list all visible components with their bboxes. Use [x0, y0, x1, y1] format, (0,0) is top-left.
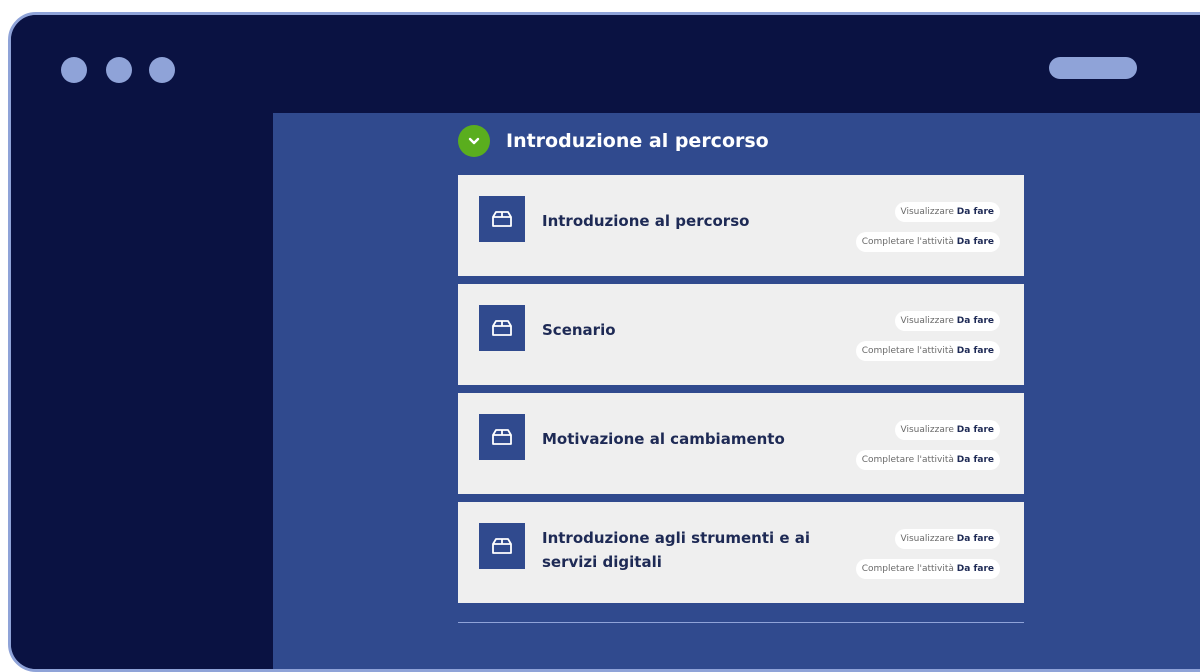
window-dot-2	[106, 57, 132, 83]
section-header[interactable]: Introduzione al percorso	[458, 124, 769, 158]
list-divider	[458, 622, 1024, 623]
activity-card[interactable]: Motivazione al cambiamento Visualizzare …	[458, 393, 1024, 494]
box-icon	[479, 523, 525, 569]
course-content: Introduzione al percorso Introduzione al…	[273, 113, 1200, 669]
title-bar	[11, 15, 1200, 113]
window-dot-3	[149, 57, 175, 83]
address-bar[interactable]	[1049, 57, 1137, 79]
activity-card[interactable]: Scenario Visualizzare Da fare Completare…	[458, 284, 1024, 385]
box-icon	[479, 196, 525, 242]
sidebar	[11, 113, 273, 669]
activity-title[interactable]: Introduzione al percorso	[542, 209, 842, 233]
view-status-badge: Visualizzare Da fare	[894, 311, 1000, 331]
activity-card[interactable]: Introduzione al percorso Visualizzare Da…	[458, 175, 1024, 276]
window-dot-1	[61, 57, 87, 83]
view-status-badge: Visualizzare Da fare	[894, 529, 1000, 549]
box-icon	[479, 414, 525, 460]
activity-title[interactable]: Introduzione agli strumenti e ai servizi…	[542, 526, 842, 574]
complete-status-badge: Completare l'attività Da fare	[855, 559, 1000, 579]
view-status-badge: Visualizzare Da fare	[894, 202, 1000, 222]
browser-window: Introduzione al percorso Introduzione al…	[8, 12, 1200, 672]
complete-status-badge: Completare l'attività Da fare	[855, 450, 1000, 470]
chevron-down-icon[interactable]	[458, 125, 490, 157]
activity-title[interactable]: Motivazione al cambiamento	[542, 427, 842, 451]
complete-status-badge: Completare l'attività Da fare	[855, 341, 1000, 361]
box-icon	[479, 305, 525, 351]
complete-status-badge: Completare l'attività Da fare	[855, 232, 1000, 252]
section-title: Introduzione al percorso	[506, 130, 769, 152]
activity-card[interactable]: Introduzione agli strumenti e ai servizi…	[458, 502, 1024, 603]
view-status-badge: Visualizzare Da fare	[894, 420, 1000, 440]
activity-title[interactable]: Scenario	[542, 318, 842, 342]
